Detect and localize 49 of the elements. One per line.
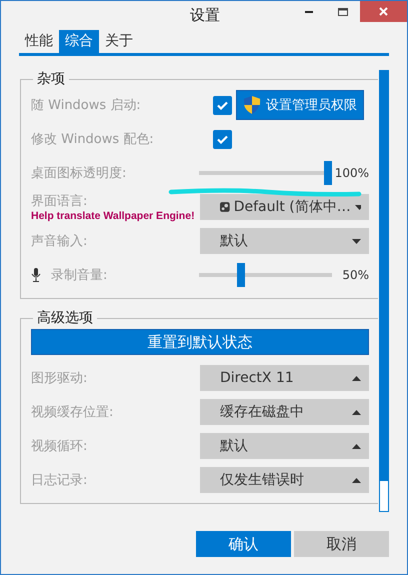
setting-label: 图形驱动: <box>31 370 88 387</box>
setting-label: 修改 Windows 配色: <box>31 131 154 148</box>
minimize-icon[interactable] <box>305 10 313 12</box>
dropdown[interactable]: 默认 <box>200 228 369 254</box>
microphone-icon <box>31 268 41 282</box>
tab[interactable]: 综合 <box>59 30 99 53</box>
setting-label: 随 Windows 启动: <box>31 97 141 114</box>
translate-link[interactable]: Help translate Wallpaper Engine! <box>31 210 200 222</box>
caret-up-icon <box>352 444 361 448</box>
setting-label: 视频循环: <box>31 438 88 455</box>
slider-value: 50% <box>342 268 369 282</box>
slider-thumb[interactable] <box>324 161 332 185</box>
setting-label: 录制音量: <box>51 267 108 284</box>
dropdown[interactable]: 缓存在磁盘中 <box>200 399 369 425</box>
scrollbar[interactable] <box>379 70 389 512</box>
caret-up-icon <box>352 410 361 414</box>
caret-up-icon <box>352 376 361 380</box>
setting-label: 日志记录: <box>31 472 88 489</box>
confirm-button[interactable]: 确认 <box>196 531 291 557</box>
caret-up-icon <box>352 478 361 482</box>
dropdown[interactable]: 默认 <box>200 433 369 459</box>
slider-value: 100% <box>334 166 369 180</box>
cancel-button[interactable]: 取消 <box>294 531 389 557</box>
tab[interactable]: 性能 <box>19 30 59 53</box>
checkmark-icon <box>217 100 228 110</box>
window-title: 设置 <box>189 6 221 25</box>
group-title: 高级选项 <box>36 309 94 327</box>
caret-down-icon <box>352 238 361 244</box>
admin-rights-button[interactable]: 设置管理员权限 <box>236 90 364 120</box>
checkmark-icon <box>217 134 228 144</box>
setting-label: 声音输入: <box>31 233 88 250</box>
scrollbar-thumb[interactable] <box>380 71 388 481</box>
close-button[interactable] <box>360 1 407 22</box>
dropdown[interactable]: 仅发生错误时 <box>200 467 369 493</box>
checkbox[interactable] <box>213 96 232 114</box>
tab[interactable]: 关于 <box>99 30 139 53</box>
checkbox[interactable] <box>213 130 232 148</box>
setting-label: 界面语言: <box>31 193 88 210</box>
setting-label: 视频缓存位置: <box>31 404 114 421</box>
group-title: 杂项 <box>36 70 66 88</box>
caret-down-icon <box>354 204 361 210</box>
reset-button[interactable]: 重置到默认状态 <box>31 329 369 355</box>
close-icon <box>379 7 388 16</box>
dropdown[interactable]: DirectX 11 <box>200 365 369 391</box>
slider-thumb[interactable] <box>236 263 244 287</box>
dropdown[interactable]: Default (简体中… <box>200 194 369 220</box>
shield-icon <box>243 94 261 116</box>
setting-label: 桌面图标透明度: <box>31 165 126 182</box>
maximize-icon[interactable] <box>338 8 348 16</box>
